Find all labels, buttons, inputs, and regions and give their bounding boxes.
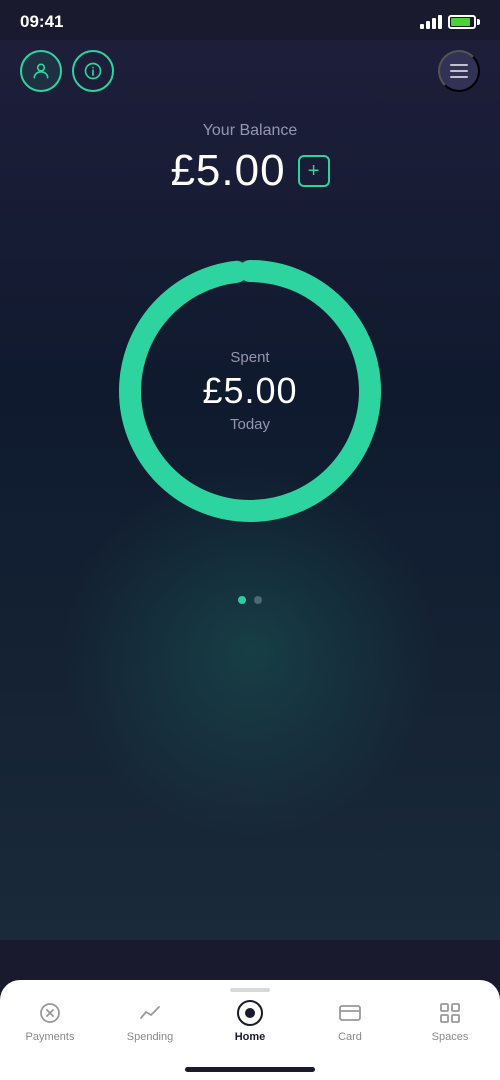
wifi-icon	[420, 15, 442, 29]
page-dot-1[interactable]	[238, 596, 246, 604]
donut-center: Spent £5.00 Today	[202, 349, 297, 433]
home-tab-icon	[237, 1000, 263, 1026]
payments-tab-label: Payments	[26, 1031, 75, 1043]
top-left-icons	[20, 50, 114, 92]
tab-card[interactable]: Card	[300, 992, 400, 1043]
info-icon	[83, 61, 103, 81]
status-bar: 09:41	[0, 0, 500, 40]
menu-button[interactable]	[438, 50, 480, 92]
tab-spaces[interactable]: Spaces	[400, 992, 500, 1043]
chart-container: Spent £5.00 Today	[0, 246, 500, 536]
page-indicators	[0, 596, 500, 624]
spaces-tab-label: Spaces	[432, 1031, 469, 1043]
battery-icon	[448, 15, 480, 29]
top-actions	[0, 40, 500, 102]
donut-chart: Spent £5.00 Today	[105, 246, 395, 536]
spending-tab-icon	[137, 1000, 163, 1026]
balance-value: £5.00	[170, 146, 285, 196]
add-funds-button[interactable]: +	[298, 155, 330, 187]
balance-label: Your Balance	[0, 122, 500, 140]
info-button[interactable]	[72, 50, 114, 92]
menu-line-3	[450, 76, 468, 78]
tab-spending[interactable]: Spending	[100, 992, 200, 1043]
payments-tab-icon	[37, 1000, 63, 1026]
page-dot-2[interactable]	[254, 596, 262, 604]
home-tab-label: Home	[235, 1031, 266, 1043]
tab-home[interactable]: Home	[200, 992, 300, 1043]
main-content: Your Balance £5.00 + Spent £5.00 Today	[0, 40, 500, 940]
tab-payments[interactable]: Payments	[0, 992, 100, 1043]
menu-line-1	[450, 64, 468, 66]
home-indicator	[185, 1067, 315, 1072]
spaces-tab-icon	[437, 1000, 463, 1026]
tab-bar: Payments Spending Home Card	[0, 980, 500, 1080]
card-tab-label: Card	[338, 1031, 362, 1043]
balance-amount-row: £5.00 +	[0, 146, 500, 196]
spending-tab-label: Spending	[127, 1031, 174, 1043]
balance-section: Your Balance £5.00 +	[0, 102, 500, 206]
spent-amount: £5.00	[202, 370, 297, 412]
menu-line-2	[450, 70, 468, 72]
person-icon	[31, 61, 51, 81]
status-time: 09:41	[20, 12, 63, 32]
spent-label: Spent	[202, 349, 297, 366]
spent-period: Today	[202, 416, 297, 433]
profile-button[interactable]	[20, 50, 62, 92]
status-icons	[420, 15, 480, 29]
card-tab-icon	[337, 1000, 363, 1026]
